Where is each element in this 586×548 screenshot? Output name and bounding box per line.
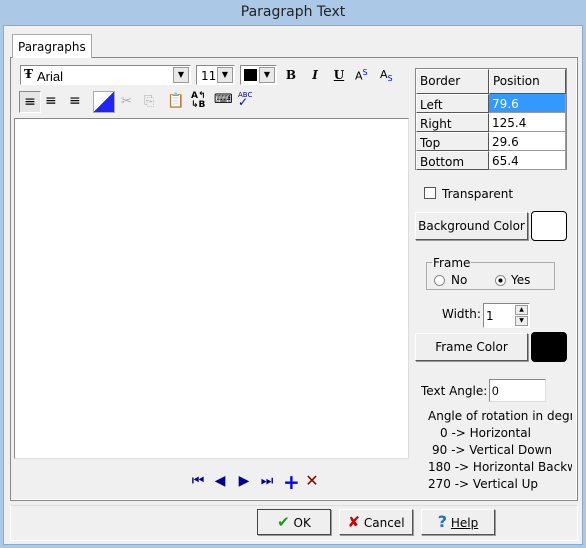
column-header: Border xyxy=(416,69,489,94)
window-title: Paragraph Text xyxy=(240,4,346,20)
frame-color-button[interactable]: Frame Color xyxy=(415,333,528,361)
superscript-button[interactable]: AS xyxy=(355,68,368,83)
angle-help: Angle of rotation in degr 0 -> Horizonta… xyxy=(420,409,572,499)
align-left-icon[interactable]: ≡ xyxy=(19,91,41,113)
help-line: 0 -> Horizontal xyxy=(440,426,531,440)
position-cell[interactable]: 65.4 xyxy=(489,151,566,170)
background-color-swatch[interactable] xyxy=(531,211,567,241)
frame-yes-radio[interactable] xyxy=(495,275,506,286)
superscript-label: A xyxy=(355,69,363,83)
ok-label: OK xyxy=(293,516,311,530)
transparent-label: Transparent xyxy=(442,187,514,201)
spin-down-icon[interactable]: ▼ xyxy=(515,316,528,326)
size-value: 11 xyxy=(201,69,217,83)
check-icon: ✔ xyxy=(277,513,290,531)
next-record-icon[interactable]: ▶ xyxy=(237,473,251,489)
spin-up-icon[interactable]: ▲ xyxy=(515,305,528,315)
position-cell[interactable]: 79.6 xyxy=(489,94,566,113)
width-spinner[interactable]: 1 ▲ ▼ xyxy=(483,303,530,328)
frame-legend: Frame xyxy=(432,256,472,270)
underline-button[interactable]: U xyxy=(330,68,348,82)
subscript-mark: S xyxy=(387,74,393,84)
background-color-button[interactable]: Background Color xyxy=(415,212,528,240)
frame-yes-label: Yes xyxy=(511,273,531,287)
position-cell[interactable]: 29.6 xyxy=(489,132,566,151)
font-select[interactable]: Ŧ Arial ▼ xyxy=(20,65,191,85)
color-swatch xyxy=(244,69,257,81)
bold-button[interactable]: B xyxy=(282,68,300,82)
help-line: Angle of rotation in degr xyxy=(428,409,572,423)
subscript-label: A xyxy=(380,68,388,81)
keyboard-icon[interactable]: ⌨ xyxy=(214,92,233,107)
last-record-icon[interactable]: ⏭ xyxy=(260,473,274,489)
cancel-button[interactable]: ✘ Cancel xyxy=(339,509,413,535)
position-cell[interactable]: 125.4 xyxy=(489,113,566,132)
row-label: Bottom xyxy=(416,151,489,170)
ok-button[interactable]: ✔ OK xyxy=(257,509,331,535)
help-line: 90 -> Vertical Down xyxy=(432,443,553,457)
tab-paragraphs[interactable]: Paragraphs xyxy=(12,34,92,58)
copy-icon[interactable]: ⎘ xyxy=(144,94,154,109)
add-icon[interactable]: + xyxy=(283,470,300,494)
transparent-checkbox[interactable] xyxy=(424,187,436,199)
cut-icon[interactable]: ✂ xyxy=(121,94,132,109)
italic-button[interactable]: I xyxy=(306,68,324,82)
subscript-button[interactable]: AS xyxy=(380,68,393,83)
row-label: Left xyxy=(416,94,489,113)
text-angle-input[interactable] xyxy=(489,379,546,402)
width-label: Width: xyxy=(442,307,481,321)
frame-no-label: No xyxy=(451,273,468,287)
first-record-icon[interactable]: ⏮ xyxy=(191,473,205,489)
paste-icon[interactable]: 📋 xyxy=(167,93,184,109)
align-right-icon[interactable]: ≡ xyxy=(69,93,81,109)
frame-no-radio[interactable] xyxy=(434,275,445,286)
help-button[interactable]: ? Help xyxy=(421,509,495,535)
replace-icon[interactable]: A↰ ↳B xyxy=(191,92,206,110)
row-label: Right xyxy=(416,113,489,132)
size-select[interactable]: 11 ▼ xyxy=(196,65,235,85)
superscript-mark: S xyxy=(362,68,368,77)
x-icon: ✘ xyxy=(347,513,361,531)
frame-color-swatch[interactable] xyxy=(531,332,567,362)
delete-icon[interactable]: ✕ xyxy=(305,471,319,490)
previous-record-icon[interactable]: ◀ xyxy=(213,473,227,489)
help-line: 180 -> Horizontal Backwa xyxy=(428,460,572,474)
border-table[interactable]: Border Position Left 79.6 Right 125.4 To… xyxy=(415,68,567,170)
spellcheck-icon[interactable]: ABC ✓ xyxy=(238,92,252,109)
font-value: Arial xyxy=(37,69,64,84)
align-center-icon[interactable]: ≡ xyxy=(45,93,57,109)
column-header: Position xyxy=(489,69,566,94)
truetype-icon: Ŧ xyxy=(24,67,33,81)
question-icon: ? xyxy=(437,512,448,531)
text-angle-label: Text Angle: xyxy=(421,384,488,398)
chevron-down-icon[interactable]: ▼ xyxy=(259,67,275,83)
help-label: Help xyxy=(450,516,479,530)
chevron-down-icon[interactable]: ▼ xyxy=(173,67,189,83)
width-value: 1 xyxy=(486,309,494,323)
chevron-down-icon[interactable]: ▼ xyxy=(217,67,233,83)
cancel-label: Cancel xyxy=(363,516,405,530)
text-color-select[interactable]: ▼ xyxy=(240,65,277,85)
justify-icon[interactable] xyxy=(93,91,115,113)
help-line: 270 -> Vertical Up xyxy=(428,477,539,491)
paragraph-editor[interactable] xyxy=(14,118,409,459)
row-label: Top xyxy=(416,132,489,151)
